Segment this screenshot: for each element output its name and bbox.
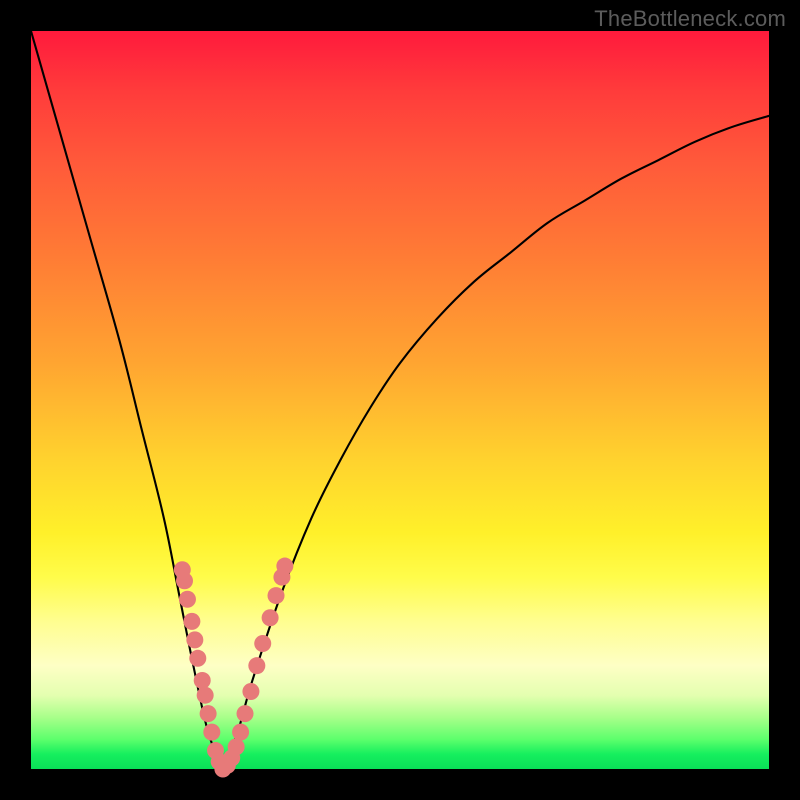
data-marker	[254, 635, 271, 652]
curve-layer	[31, 31, 769, 769]
data-marker	[237, 705, 254, 722]
data-marker	[228, 738, 245, 755]
watermark-text: TheBottleneck.com	[594, 6, 786, 32]
data-marker	[262, 609, 279, 626]
data-marker	[268, 587, 285, 604]
data-marker	[276, 558, 293, 575]
curve-right-branch	[223, 116, 769, 769]
plot-area	[31, 31, 769, 769]
data-marker	[189, 650, 206, 667]
data-marker	[183, 613, 200, 630]
data-marker	[197, 687, 214, 704]
data-marker	[200, 705, 217, 722]
data-marker	[248, 657, 265, 674]
data-marker	[232, 724, 249, 741]
data-marker	[203, 724, 220, 741]
data-marker	[194, 672, 211, 689]
data-marker	[186, 631, 203, 648]
data-marker	[179, 591, 196, 608]
chart-frame: TheBottleneck.com	[0, 0, 800, 800]
data-marker	[176, 572, 193, 589]
data-marker	[242, 683, 259, 700]
